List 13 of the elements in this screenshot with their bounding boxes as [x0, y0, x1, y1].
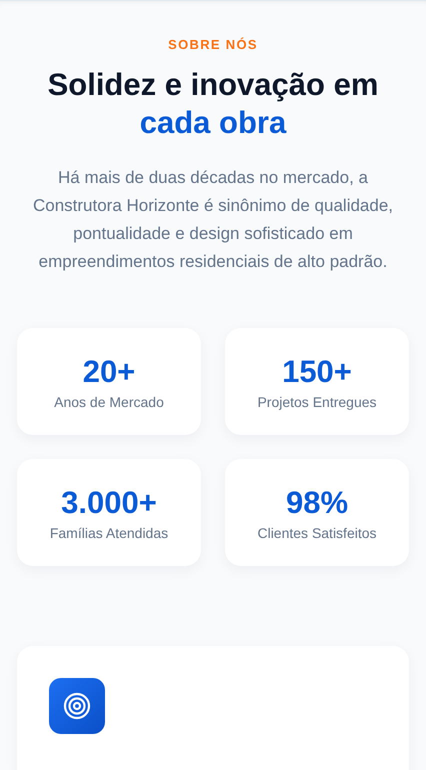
stat-label: Anos de Mercado	[54, 394, 164, 410]
stat-value: 3.000+	[61, 484, 157, 520]
stat-value: 20+	[82, 354, 136, 390]
section-heading: Solidez e inovação em	[48, 66, 378, 104]
section-label: SOBRE NÓS	[168, 37, 258, 52]
target-icon	[49, 678, 105, 734]
description-text: Há mais de duas décadas no mercado, a Construtora Horizonte é sinônimo de qualidade, pontualidade e design sofisticado em empreendimentos residenciais de alto padrão.	[32, 167, 394, 273]
stat-label: Clientes Satisfeitos	[257, 524, 377, 540]
stat-value: 98%	[286, 484, 348, 520]
stat-label: Projetos Entregues	[257, 394, 377, 410]
stat-label: Famílias Atendidas	[50, 524, 168, 540]
section-heading-highlight: cada obra	[140, 104, 286, 142]
stat-value: 150+	[282, 354, 352, 390]
